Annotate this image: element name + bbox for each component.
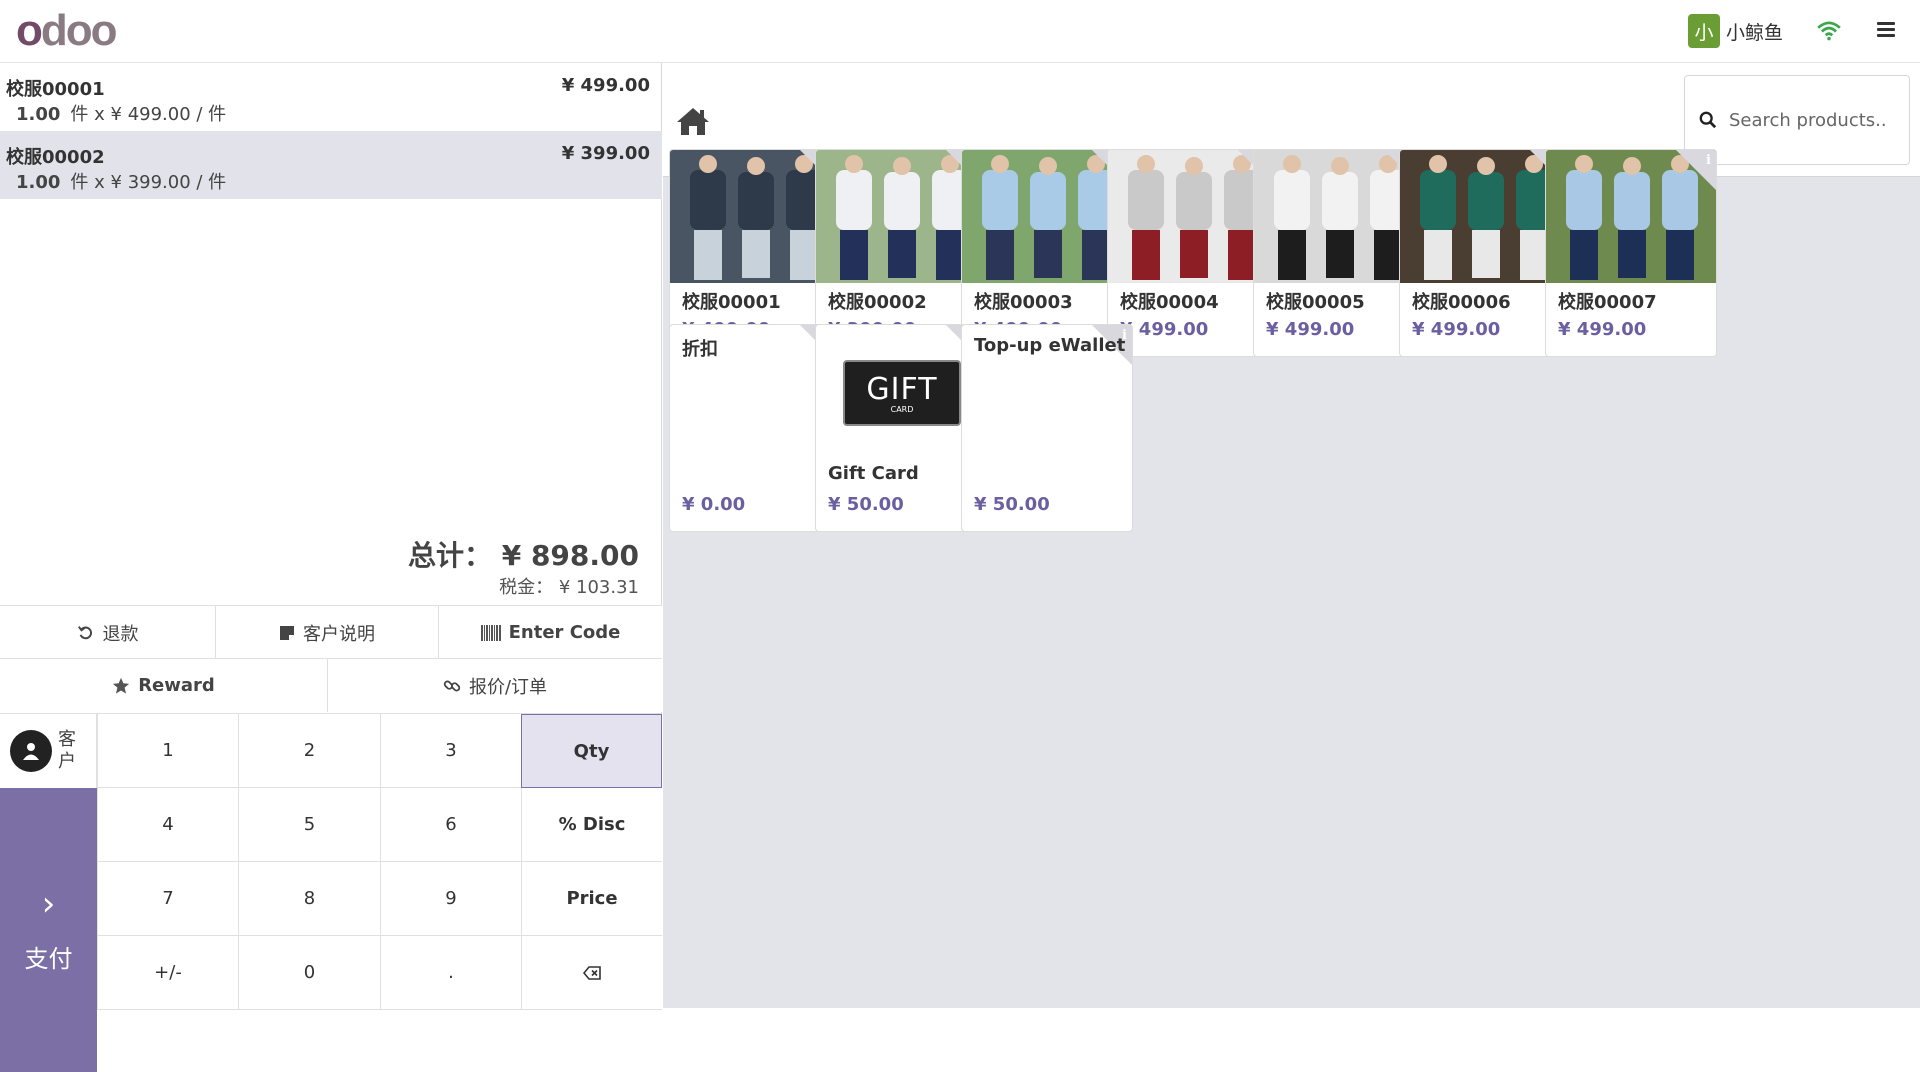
product-price: ¥ 50.00 xyxy=(828,494,904,515)
product-price: ¥ 499.00 xyxy=(1120,319,1209,340)
product-price: ¥ 499.00 xyxy=(1412,319,1501,340)
search-icon xyxy=(1699,111,1717,129)
product-price: ¥ 499.00 xyxy=(1266,319,1355,340)
product-name: Gift Card xyxy=(828,463,919,484)
product-name: 折扣 xyxy=(682,339,718,360)
key-8[interactable]: 8 xyxy=(238,862,380,936)
gift-card-text: GIFT xyxy=(866,372,938,407)
product-name: 校服00001 xyxy=(682,292,781,313)
customer-button[interactable]: 客户 xyxy=(0,714,97,788)
payment-label: 支付 xyxy=(24,944,73,973)
product-name: Top-up eWallet xyxy=(974,335,1126,356)
order-total: 总计： ¥ 898.00 xyxy=(407,539,639,572)
payment-button[interactable]: › 支付 xyxy=(0,788,97,1072)
user-name: 小鲸鱼 xyxy=(1726,21,1784,44)
top-header: odoo 小 小鲸鱼 xyxy=(0,0,1920,63)
order-panel: 校服00001 ¥ 499.00 1.00 件 x ¥ 499.00 / 件 校服… xyxy=(0,63,662,1072)
enter-code-label: Enter Code xyxy=(508,622,621,643)
discount-mode-button[interactable]: % Disc xyxy=(521,788,662,862)
home-icon[interactable] xyxy=(675,105,711,137)
key-7[interactable]: 7 xyxy=(97,862,238,936)
hamburger-menu-icon[interactable] xyxy=(1877,22,1895,38)
enter-code-button[interactable]: Enter Code xyxy=(439,606,662,659)
order-line-unit-text: 件 x ¥ 399.00 / 件 xyxy=(70,172,227,193)
barcode-icon xyxy=(480,624,501,641)
reward-label: Reward xyxy=(138,675,215,696)
customer-label: 客户 xyxy=(58,729,76,772)
gift-card-subtext: CARD xyxy=(890,405,914,414)
order-line-qty: 1.00 件 x ¥ 499.00 / 件 xyxy=(16,100,226,126)
key-3[interactable]: 3 xyxy=(380,714,521,788)
undo-icon xyxy=(77,625,92,639)
product-price: ¥ 50.00 xyxy=(974,494,1050,515)
quotation-order-button[interactable]: 报价/订单 xyxy=(328,659,662,712)
backspace-button[interactable] xyxy=(521,936,662,1010)
product-name: 校服00004 xyxy=(1120,292,1219,313)
odoo-logo: odoo xyxy=(16,6,118,55)
product-name: 校服00003 xyxy=(974,292,1073,313)
search-input[interactable] xyxy=(1729,109,1889,131)
refund-button[interactable]: 退款 xyxy=(0,606,216,659)
link-icon xyxy=(443,680,461,691)
customer-note-button[interactable]: 客户说明 xyxy=(216,606,439,659)
order-line-qty-value: 1.00 xyxy=(16,172,61,193)
customer-note-label: 客户说明 xyxy=(303,623,375,645)
order-tax: 税金： ¥ 103.31 xyxy=(499,577,639,598)
order-line-price: ¥ 499.00 xyxy=(561,75,650,96)
product-name: 校服00002 xyxy=(828,292,927,313)
product-price: ¥ 499.00 xyxy=(1558,319,1647,340)
reward-button[interactable]: Reward xyxy=(0,659,328,712)
user-avatar: 小 xyxy=(1688,14,1720,48)
plus-minus-button[interactable]: +/- xyxy=(97,936,238,1010)
qty-mode-button[interactable]: Qty xyxy=(521,714,662,788)
user-icon xyxy=(10,730,52,772)
action-row-2: Reward 报价/订单 xyxy=(0,658,662,712)
note-icon xyxy=(280,625,294,640)
order-line[interactable]: 校服00001 ¥ 499.00 1.00 件 x ¥ 499.00 / 件 xyxy=(0,63,662,131)
key-6[interactable]: 6 xyxy=(380,788,521,862)
key-2[interactable]: 2 xyxy=(238,714,380,788)
order-line-name: 校服00002 xyxy=(6,147,105,168)
order-line-selected[interactable]: 校服00002 ¥ 399.00 1.00 件 x ¥ 399.00 / 件 xyxy=(0,131,662,199)
price-mode-button[interactable]: Price xyxy=(521,862,662,936)
key-0[interactable]: 0 xyxy=(238,936,380,1010)
key-5[interactable]: 5 xyxy=(238,788,380,862)
product-name: 校服00007 xyxy=(1558,292,1657,313)
quotation-label: 报价/订单 xyxy=(468,676,548,698)
key-9[interactable]: 9 xyxy=(380,862,521,936)
decimal-button[interactable]: . xyxy=(380,936,521,1010)
order-line-unit-text: 件 x ¥ 499.00 / 件 xyxy=(70,104,227,125)
refund-label: 退款 xyxy=(102,623,139,645)
gift-card-image: GIFT CARD xyxy=(843,360,961,426)
star-icon xyxy=(113,677,130,694)
key-4[interactable]: 4 xyxy=(97,788,238,862)
user-badge[interactable]: 小 小鲸鱼 xyxy=(1688,14,1783,48)
order-line-qty-value: 1.00 xyxy=(16,104,61,125)
wifi-icon[interactable] xyxy=(1816,18,1842,44)
order-line-name: 校服00001 xyxy=(6,79,105,100)
order-line-qty: 1.00 件 x ¥ 399.00 / 件 xyxy=(16,168,226,194)
product-card[interactable]: i 校服00007 ¥ 499.00 xyxy=(1545,149,1717,357)
product-name: 校服00006 xyxy=(1412,292,1511,313)
key-1[interactable]: 1 xyxy=(97,714,238,788)
product-name: 校服00005 xyxy=(1266,292,1365,313)
search-box[interactable] xyxy=(1684,75,1910,165)
product-card[interactable]: i Top-up eWallet ¥ 50.00 xyxy=(961,324,1133,532)
chevron-right-icon: › xyxy=(41,883,56,924)
product-price: ¥ 0.00 xyxy=(682,494,746,515)
product-panel: i校服00001¥ 499.00i校服00002¥ 399.00i校服00003… xyxy=(663,63,1920,1008)
order-line-price: ¥ 399.00 xyxy=(561,143,650,164)
action-row-1: 退款 客户说明 Enter Code xyxy=(0,605,662,659)
info-icon[interactable]: i xyxy=(1706,153,1711,168)
backspace-icon xyxy=(583,965,601,980)
numpad-area: 客户 › 支付 1 2 3 Qty 4 5 6% Disc 7 8 9 Price +/- 0. xyxy=(0,713,662,1072)
